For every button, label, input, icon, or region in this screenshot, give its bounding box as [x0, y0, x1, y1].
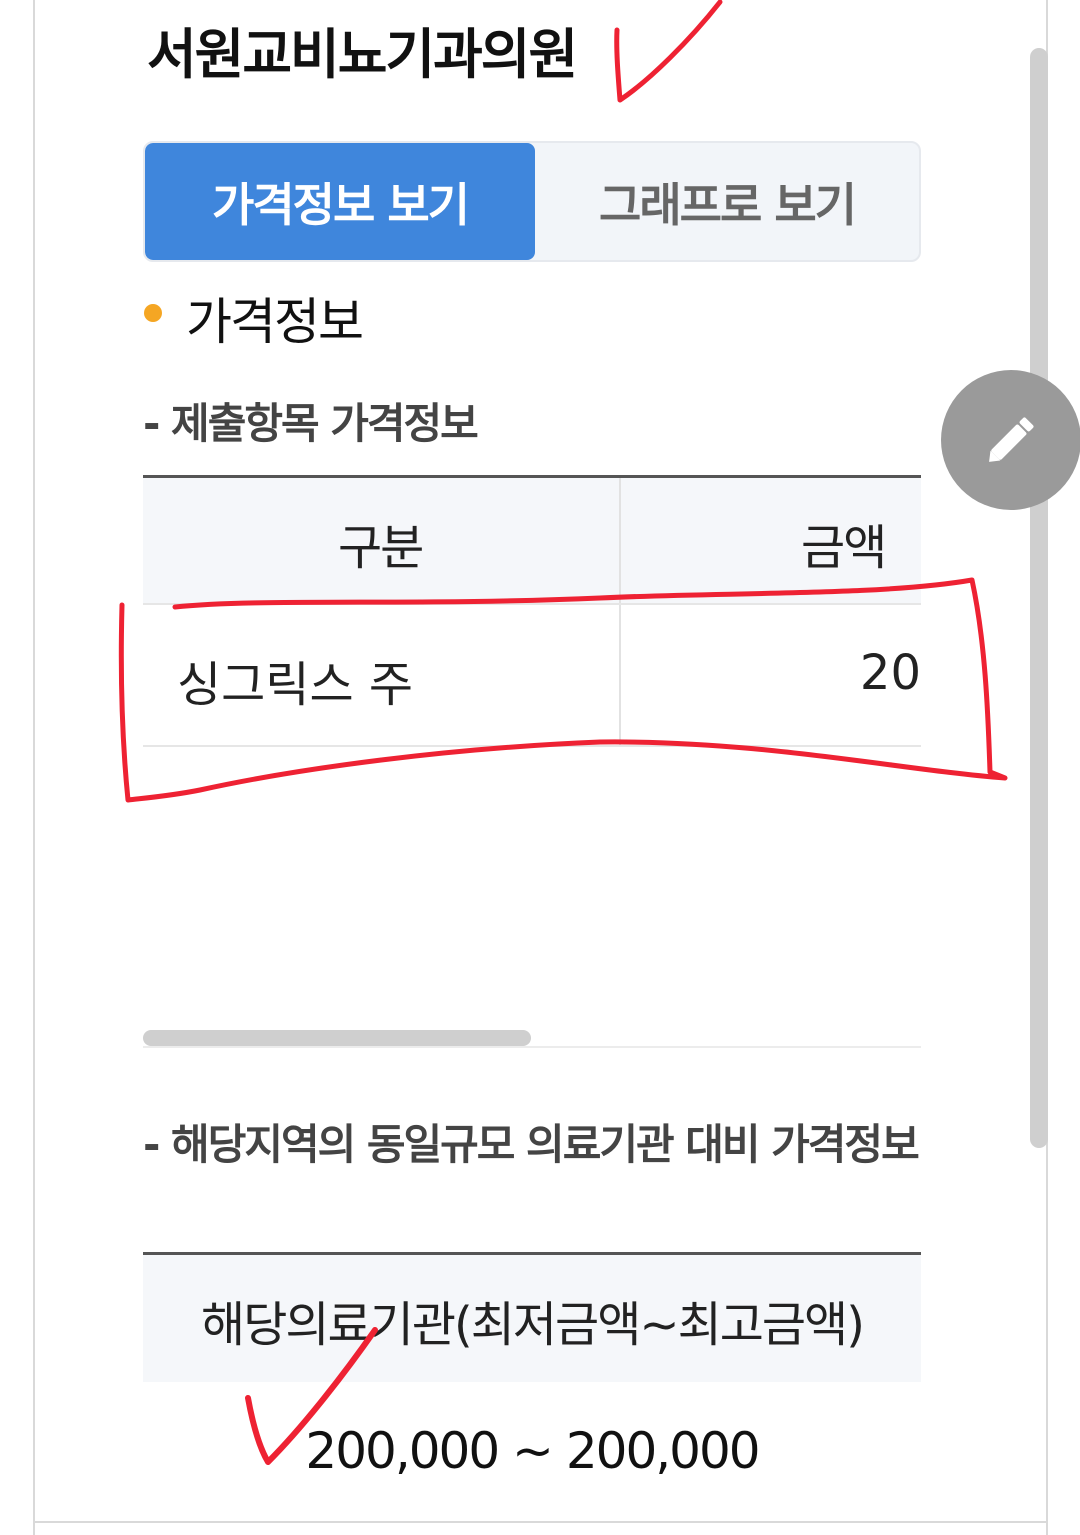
column-header-amount: 금액 [801, 520, 887, 576]
row-divider [143, 745, 921, 747]
vertical-scrollbar[interactable] [1030, 48, 1048, 1148]
tab-price-info[interactable]: 가격정보 보기 [145, 143, 535, 260]
price-range-value: 200,000 ~ 200,000 [305, 1422, 760, 1480]
section-title: 가격정보 [186, 293, 364, 351]
tab-graph-view[interactable]: 그래프로 보기 [535, 143, 919, 260]
row-divider [143, 603, 921, 605]
regional-comparison-subtitle: - 해당지역의 동일규모 의료기관 대비 가격정보 [143, 1120, 920, 1169]
horizontal-scroll-track [143, 1046, 921, 1048]
price-table-header: 구분 금액 [143, 475, 921, 603]
content-frame-bottom-border [33, 1521, 1048, 1523]
edit-floating-button[interactable] [941, 370, 1080, 510]
regional-table-header: 해당의료기관(최저금액~최고금액) [143, 1252, 921, 1382]
submitted-items-subtitle: - 제출항목 가격정보 [143, 399, 479, 448]
hospital-name: 서원교비뇨기과의원 [147, 23, 578, 86]
column-divider [619, 478, 621, 745]
section-bullet-dot [144, 304, 162, 322]
column-header-category: 구분 [338, 520, 424, 576]
checkmark-annotation-top [614, 0, 723, 103]
cell-item-name: 싱그릭스 주 [177, 657, 414, 713]
cell-amount: 20 [859, 645, 921, 701]
pencil-icon [989, 417, 1034, 462]
view-tabs: 가격정보 보기 그래프로 보기 [143, 141, 921, 262]
horizontal-scrollbar[interactable] [143, 1030, 531, 1046]
column-header-institution-range: 해당의료기관(최저금액~최고금액) [201, 1297, 865, 1353]
content-frame-left-border [33, 0, 35, 1535]
